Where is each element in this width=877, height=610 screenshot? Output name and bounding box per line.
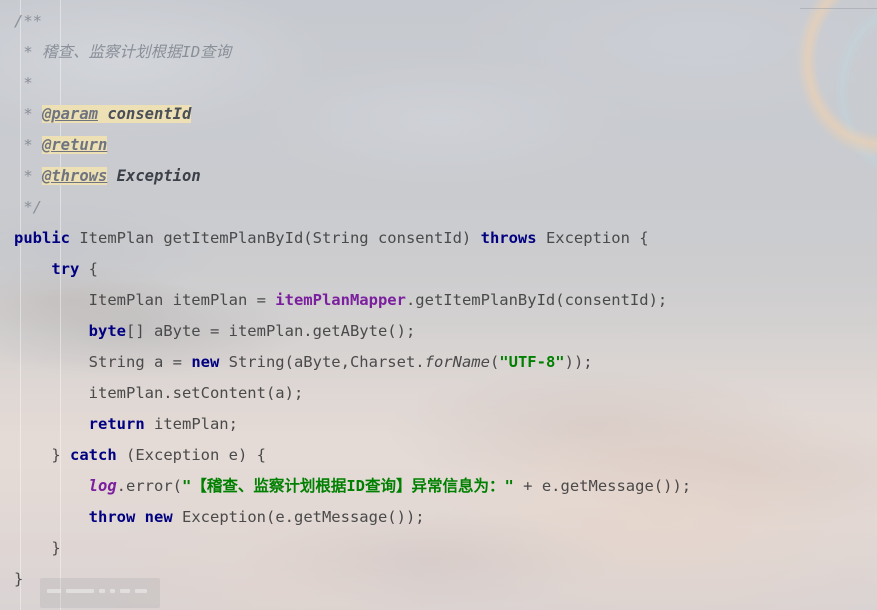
code-line[interactable]: * @throws Exception — [14, 161, 877, 192]
code-token-static: log — [88, 477, 117, 495]
code-token-plain: Exception(e.getMessage()); — [172, 508, 425, 526]
code-line[interactable]: return itemPlan; — [14, 409, 877, 440]
code-token-plain: Exception { — [536, 229, 649, 247]
code-token-comment: */ — [14, 198, 42, 216]
code-token-comment: * — [14, 74, 33, 92]
code-line[interactable]: } — [14, 564, 877, 595]
code-token-tagval — [98, 105, 108, 123]
code-token-plain: (Exception e) { — [116, 446, 266, 464]
code-token-kw: public — [14, 229, 70, 247]
code-line[interactable]: try { — [14, 254, 877, 285]
code-line[interactable]: throw new Exception(e.getMessage()); — [14, 502, 877, 533]
code-content[interactable]: /** * 稽查、监察计划根据ID查询 * * @param consentId… — [0, 0, 877, 595]
code-line[interactable]: * @param consentId — [14, 99, 877, 130]
code-line[interactable]: public ItemPlan getItemPlanById(String c… — [14, 223, 877, 254]
code-token-kw: byte — [88, 322, 126, 340]
code-editor[interactable]: /** * 稽查、监察计划根据ID查询 * * @param consentId… — [0, 0, 877, 610]
code-token-kw: throw — [88, 508, 136, 526]
code-line[interactable]: ItemPlan itemPlan = itemPlanMapper.getIt… — [14, 285, 877, 316]
code-token-plain: } — [14, 539, 61, 557]
code-token-plain: ItemPlan getItemPlanById(String consentI… — [70, 229, 481, 247]
code-token-kw: throws — [480, 229, 537, 247]
code-line[interactable]: * 稽查、监察计划根据ID查询 — [14, 37, 877, 68]
code-line[interactable]: * — [14, 68, 877, 99]
code-token-plain: { — [79, 260, 98, 278]
code-token-italic: forName — [424, 353, 490, 371]
code-token-tagvalpl: Exception — [116, 167, 201, 185]
code-line[interactable]: /** — [14, 6, 877, 37]
code-line[interactable]: * @return — [14, 130, 877, 161]
code-token-field: itemPlanMapper — [275, 291, 406, 309]
code-token-string: "UTF-8" — [499, 353, 565, 371]
code-token-plain: + e.getMessage()); — [513, 477, 692, 495]
code-token-tag: @return — [42, 136, 108, 154]
code-token-tag: @throws — [42, 167, 108, 185]
code-token-string: "【稽查、监察计划根据ID查询】异常信息为：" — [181, 477, 514, 495]
code-token-comment: 稽查、监察计划根据ID查询 — [42, 43, 232, 61]
code-line[interactable]: String a = new String(aByte,Charset.forN… — [14, 347, 877, 378]
code-token-plain: itemPlan; — [144, 415, 238, 433]
code-token-tag: @param — [42, 105, 98, 123]
code-line[interactable]: itemPlan.setContent(a); — [14, 378, 877, 409]
code-token-plain: )); — [564, 353, 593, 371]
code-line[interactable]: byte[] aByte = itemPlan.getAByte(); — [14, 316, 877, 347]
code-line[interactable]: */ — [14, 192, 877, 223]
code-token-kw: catch — [70, 446, 117, 464]
code-token-plain: .error( — [116, 477, 182, 495]
code-token-plain: ( — [489, 353, 500, 371]
code-token-plain: [] aByte = itemPlan.getAByte(); — [125, 322, 416, 340]
code-line[interactable]: log.error("【稽查、监察计划根据ID查询】异常信息为：" + e.ge… — [14, 471, 877, 502]
code-line[interactable]: } catch (Exception e) { — [14, 440, 877, 471]
code-token-kw: new — [144, 508, 173, 526]
code-token-kw: new — [191, 353, 220, 371]
code-token-comment: * — [14, 167, 42, 185]
code-token-comment: * — [14, 136, 42, 154]
code-token-plain: } — [14, 446, 70, 464]
code-token-comment: * — [14, 43, 42, 61]
code-token-plain: String a = — [14, 353, 192, 371]
code-token-plain: .getItemPlanById(consentId); — [405, 291, 668, 309]
code-token-comment: /** — [14, 12, 42, 30]
code-token-plain: } — [14, 570, 24, 588]
code-token-plain: String(aByte,Charset. — [219, 353, 425, 371]
code-token-plain: ItemPlan itemPlan = — [14, 291, 276, 309]
code-token-comment: * — [14, 105, 42, 123]
code-line[interactable]: } — [14, 533, 877, 564]
code-token-plain: itemPlan.setContent(a); — [14, 384, 304, 402]
code-token-kw: try — [51, 260, 80, 278]
code-token-kw: return — [88, 415, 145, 433]
code-token-tagval: consentId — [107, 105, 192, 123]
